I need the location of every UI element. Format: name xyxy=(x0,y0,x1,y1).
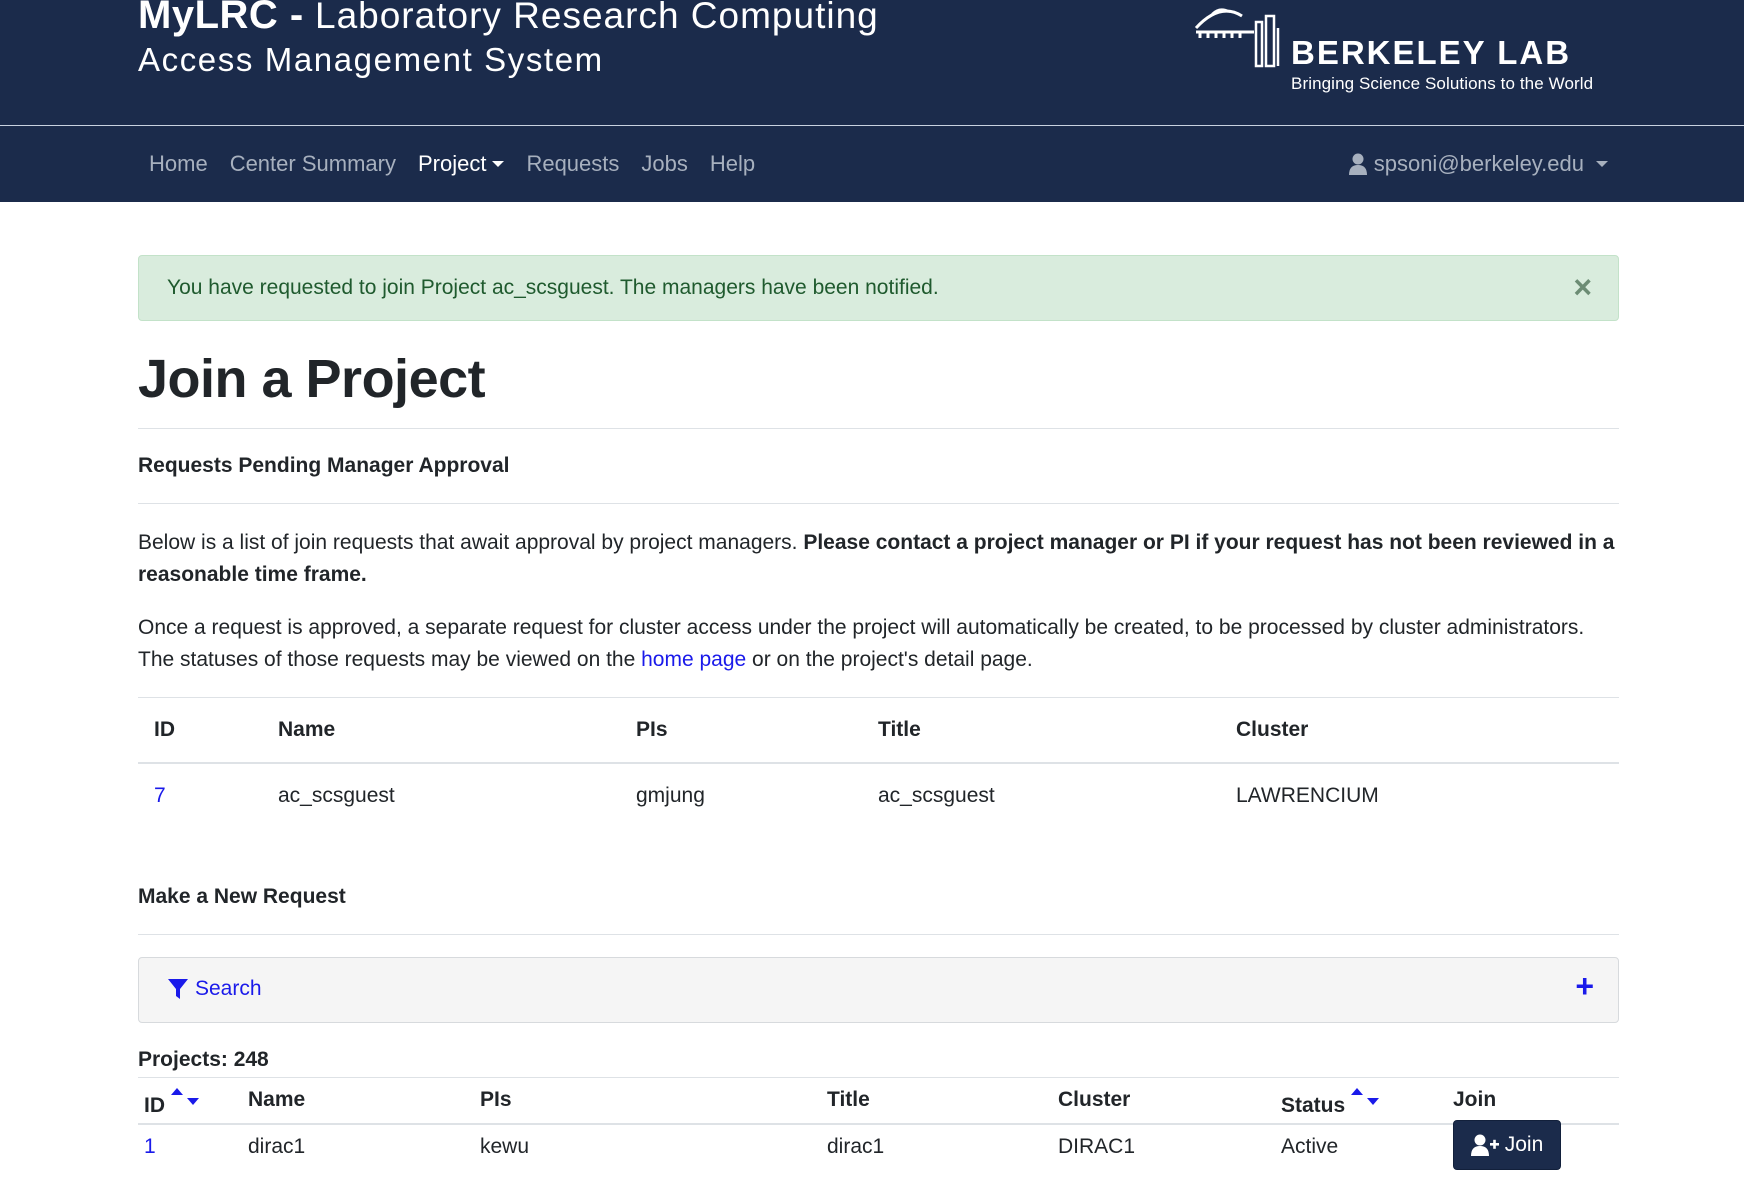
col-join: Join xyxy=(1453,1088,1497,1111)
app-name: MyLRC - xyxy=(138,0,304,37)
col-title: Title xyxy=(878,718,921,741)
user-plus-icon xyxy=(1470,1134,1499,1156)
home-page-link[interactable]: home page xyxy=(641,648,746,671)
org-tagline: Bringing Science Solutions to the World xyxy=(1291,74,1594,93)
table-header-border xyxy=(138,762,1619,764)
pending-requests-heading: Requests Pending Manager Approval xyxy=(138,454,510,477)
project-count: Projects: 248 xyxy=(138,1048,269,1071)
divider xyxy=(138,934,1619,935)
col-id: ID xyxy=(144,1088,199,1118)
cell-title: dirac1 xyxy=(827,1135,885,1158)
col-cluster: Cluster xyxy=(1058,1088,1131,1111)
col-id: ID xyxy=(154,718,175,741)
caret-down-icon xyxy=(1596,161,1608,167)
app-subtitle-line2: Access Management System xyxy=(138,41,604,78)
col-cluster: Cluster xyxy=(1236,718,1309,741)
col-title: Title xyxy=(827,1088,870,1111)
sort-controls xyxy=(171,1088,199,1108)
main-content: You have requested to join Project ac_sc… xyxy=(138,255,1619,1170)
berkeley-lab-logo[interactable]: BERKELEY LAB Bringing Science Solutions … xyxy=(1186,2,1606,112)
filter-icon xyxy=(168,979,188,999)
join-label: Join xyxy=(1504,1133,1544,1156)
approval-description: Once a request is approved, a separate r… xyxy=(138,616,1585,671)
page-title: Join a Project xyxy=(138,349,486,409)
nav-requests[interactable]: Requests xyxy=(515,151,630,177)
cell-name: ac_scsguest xyxy=(278,784,395,807)
col-status: Status xyxy=(1281,1088,1380,1118)
lab-building-icon xyxy=(1194,8,1280,68)
cell-cluster: LAWRENCIUM xyxy=(1236,784,1379,807)
cell-cluster: DIRAC1 xyxy=(1058,1135,1136,1158)
sort-asc-icon[interactable] xyxy=(1351,1088,1364,1095)
divider xyxy=(138,503,1619,504)
table-top-border xyxy=(138,697,1619,698)
main-navbar: Home Center Summary Project Requests Job… xyxy=(0,126,1744,202)
expand-plus-icon[interactable]: + xyxy=(1575,970,1594,1002)
search-card: Search + xyxy=(138,957,1619,1023)
site-header: MyLRC - Laboratory Research Computing Ac… xyxy=(0,0,1744,126)
user-email: spsoni@berkeley.edu xyxy=(1373,151,1584,176)
nav-home[interactable]: Home xyxy=(138,151,219,177)
sort-controls xyxy=(1351,1088,1380,1108)
new-request-heading: Make a New Request xyxy=(138,885,346,908)
nav-help[interactable]: Help xyxy=(699,151,766,177)
cell-pis: kewu xyxy=(480,1135,530,1158)
cell-title: ac_scsguest xyxy=(878,784,995,807)
alert-message: You have requested to join Project ac_sc… xyxy=(167,276,939,299)
app-subtitle-line1: Laboratory Research Computing xyxy=(315,0,879,36)
col-name: Name xyxy=(248,1088,306,1111)
nav-center-summary[interactable]: Center Summary xyxy=(219,151,407,177)
join-button[interactable]: Join xyxy=(1453,1120,1561,1170)
sort-asc-icon[interactable] xyxy=(171,1088,183,1095)
sort-desc-icon[interactable] xyxy=(1367,1098,1380,1105)
nav-items: Home Center Summary Project Requests Job… xyxy=(138,126,766,202)
nav-project-dropdown[interactable]: Project xyxy=(407,151,515,177)
success-alert: You have requested to join Project ac_sc… xyxy=(138,255,1619,321)
cell-status: Active xyxy=(1281,1135,1339,1158)
user-icon xyxy=(1348,153,1367,175)
search-label: Search xyxy=(195,977,262,1000)
request-id-link[interactable]: 7 xyxy=(154,784,166,808)
col-pis: PIs xyxy=(636,718,668,741)
search-toggle[interactable]: Search xyxy=(167,977,262,1001)
nav-jobs[interactable]: Jobs xyxy=(630,151,698,177)
app-brand[interactable]: MyLRC - Laboratory Research Computing Ac… xyxy=(138,0,879,81)
close-icon[interactable]: × xyxy=(1573,271,1592,303)
user-menu-dropdown[interactable]: spsoni@berkeley.edu xyxy=(1348,126,1608,202)
divider xyxy=(138,428,1619,429)
cell-pis: gmjung xyxy=(636,784,705,807)
cell-name: dirac1 xyxy=(248,1135,306,1158)
col-name: Name xyxy=(278,718,336,741)
sort-desc-icon[interactable] xyxy=(187,1098,199,1105)
col-pis: PIs xyxy=(480,1088,512,1111)
pending-description: Below is a list of join requests that aw… xyxy=(138,531,1615,586)
nav-project-label: Project xyxy=(417,151,487,176)
table-top-border xyxy=(138,1077,1619,1078)
org-name: BERKELEY LAB xyxy=(1291,34,1572,71)
caret-down-icon xyxy=(492,161,505,167)
project-id-link[interactable]: 1 xyxy=(144,1135,156,1159)
table-header-border xyxy=(138,1123,1619,1125)
